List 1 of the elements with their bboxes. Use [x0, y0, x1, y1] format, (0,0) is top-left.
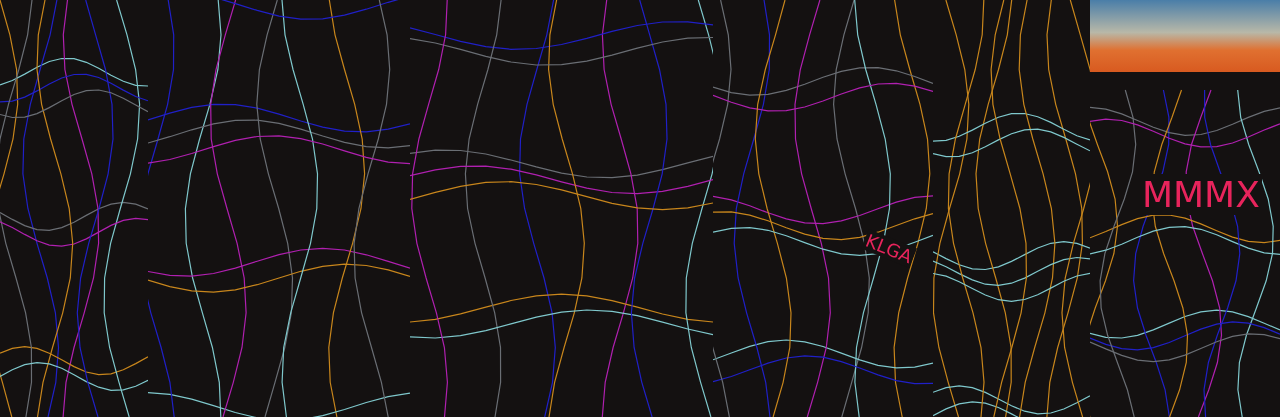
airport-label: KLGA	[860, 229, 918, 268]
